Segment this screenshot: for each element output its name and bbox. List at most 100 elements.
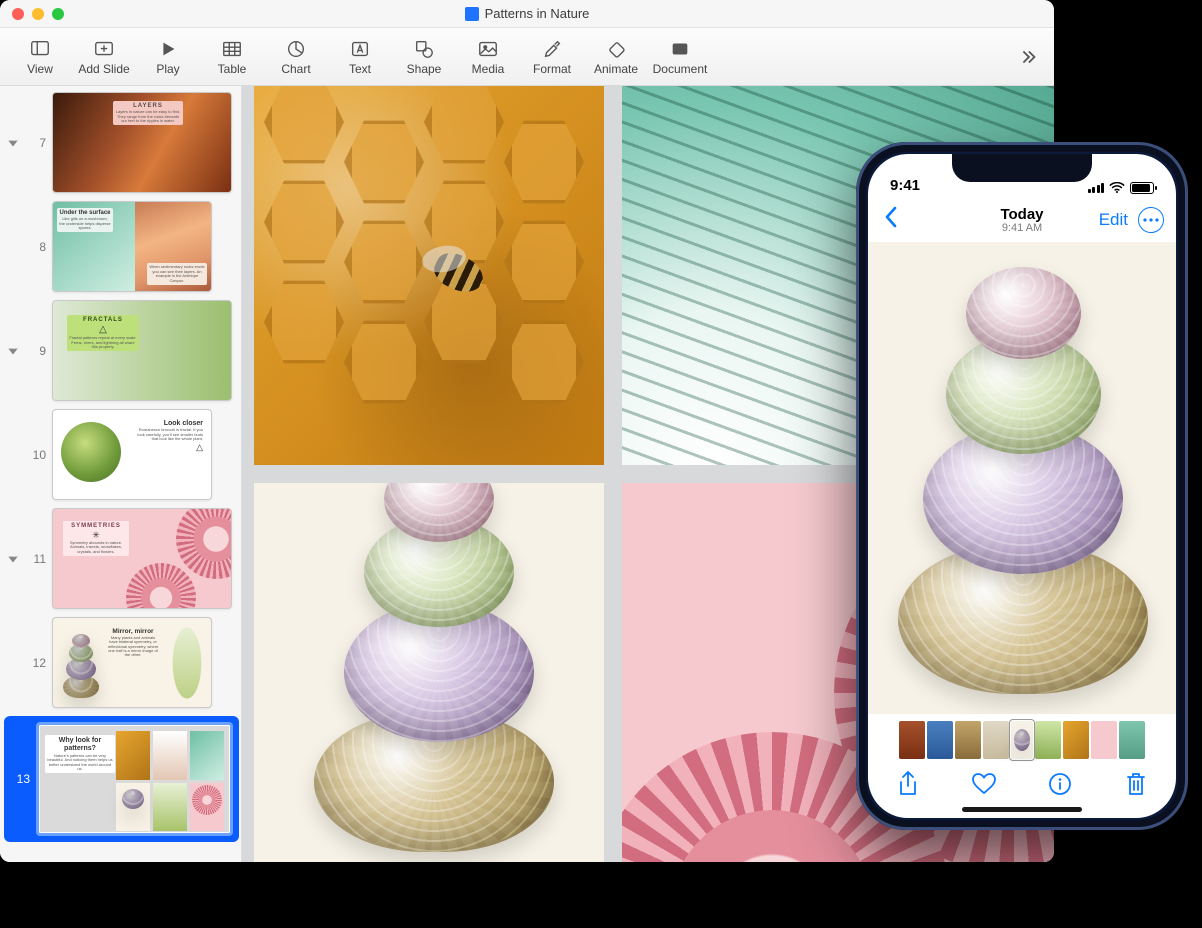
- document-icon: [669, 38, 691, 60]
- toolbar-label: Format: [533, 62, 571, 76]
- document-title: Patterns in Nature: [485, 6, 590, 21]
- filmstrip-thumb[interactable]: [1119, 721, 1145, 759]
- filmstrip-thumb[interactable]: [899, 721, 925, 759]
- filmstrip-thumb[interactable]: [927, 721, 953, 759]
- toolbar-format-button[interactable]: Format: [520, 31, 584, 83]
- zoom-window-button[interactable]: [52, 8, 64, 20]
- slide-thumbnail[interactable]: Mirror, mirror Many plants and animals h…: [52, 617, 212, 708]
- toolbar-label: Animate: [594, 62, 638, 76]
- add-slide-icon: [93, 38, 115, 60]
- filmstrip-thumb[interactable]: [983, 721, 1009, 759]
- toolbar-play-button[interactable]: Play: [136, 31, 200, 83]
- info-button[interactable]: [1044, 768, 1076, 800]
- wifi-icon: [1109, 182, 1125, 194]
- ellipsis-icon: [1143, 218, 1159, 222]
- slide-number: 12: [26, 656, 46, 670]
- status-time: 9:41: [890, 177, 920, 194]
- cellular-signal-icon: [1088, 183, 1105, 193]
- filmstrip-thumb[interactable]: [1035, 721, 1061, 759]
- toolbar-animate-button[interactable]: Animate: [584, 31, 648, 83]
- toolbar-label: Play: [156, 62, 179, 76]
- slide-number: 9: [26, 344, 46, 358]
- slide-number: 11: [26, 552, 46, 566]
- slide-number: 10: [26, 448, 46, 462]
- slide-thumbnail[interactable]: SYMMETRIES ✳ Symmetry abounds in nature.…: [52, 508, 232, 609]
- slide-thumb-row-selected[interactable]: 13 Why look for patterns? Nature's patte…: [4, 716, 239, 842]
- slide-navigator[interactable]: 7 LAYERS Layers in nature can be easy to…: [0, 86, 242, 862]
- play-icon: [157, 38, 179, 60]
- favorite-button[interactable]: [968, 768, 1000, 800]
- toolbar-table-button[interactable]: Table: [200, 31, 264, 83]
- media-icon: [477, 38, 499, 60]
- canvas-image-honeycomb[interactable]: [254, 86, 604, 465]
- edit-button[interactable]: Edit: [1099, 210, 1128, 230]
- chevron-double-right-icon: [1017, 46, 1039, 68]
- slide-title: SYMMETRIES: [65, 523, 127, 530]
- filmstrip-thumb-selected[interactable]: [1011, 721, 1033, 759]
- slide-thumb-row[interactable]: 10 Look closer Romanesco broccoli is fra…: [6, 409, 237, 500]
- delete-button[interactable]: [1120, 768, 1152, 800]
- info-icon: [1048, 772, 1072, 796]
- filmstrip-thumb[interactable]: [1063, 721, 1089, 759]
- slide-thumbnail[interactable]: Why look for patterns? Nature's patterns…: [36, 722, 233, 836]
- table-icon: [221, 38, 243, 60]
- slide-title: Why look for patterns?: [47, 737, 113, 754]
- disclosure-triangle-icon[interactable]: [6, 136, 20, 150]
- window-controls: [12, 8, 64, 20]
- slide-number: 8: [26, 240, 46, 254]
- iphone-notch: [952, 154, 1092, 182]
- slide-thumbnail[interactable]: Under the surface Like gills on a mushro…: [52, 201, 212, 292]
- toolbar-document-button[interactable]: Document: [648, 31, 712, 83]
- share-icon: [897, 771, 919, 797]
- slide-thumbnail[interactable]: Look closer Romanesco broccoli is fracta…: [52, 409, 212, 500]
- view-icon: [29, 38, 51, 60]
- slide-title: FRACTALS: [69, 317, 137, 324]
- titlebar: Patterns in Nature: [0, 0, 1054, 28]
- photo-filmstrip[interactable]: [868, 714, 1176, 762]
- disclosure-triangle-icon[interactable]: [6, 344, 20, 358]
- toolbar-chart-button[interactable]: Chart: [264, 31, 328, 83]
- toolbar-media-button[interactable]: Media: [456, 31, 520, 83]
- format-icon: [541, 38, 563, 60]
- shape-icon: [413, 38, 435, 60]
- filmstrip-thumb[interactable]: [955, 721, 981, 759]
- toolbar-label: Add Slide: [78, 62, 129, 76]
- iphone-screen: 9:41 Today 9:41 AM Edit: [868, 154, 1176, 818]
- toolbar-overflow-button[interactable]: [1010, 46, 1046, 68]
- slide-number: 13: [10, 772, 30, 786]
- close-window-button[interactable]: [12, 8, 24, 20]
- toolbar: View Add Slide Play Table Chart Text Sha…: [0, 28, 1054, 86]
- slide-thumb-row[interactable]: 11 SYMMETRIES ✳ Symmetry abounds in natu…: [6, 508, 237, 609]
- toolbar-text-button[interactable]: Text: [328, 31, 392, 83]
- back-button[interactable]: [880, 202, 902, 238]
- photo-viewer[interactable]: [868, 242, 1176, 714]
- chart-icon: [285, 38, 307, 60]
- share-button[interactable]: [892, 768, 924, 800]
- toolbar-label: View: [27, 62, 53, 76]
- toolbar-view-button[interactable]: View: [8, 31, 72, 83]
- text-icon: [349, 38, 371, 60]
- toolbar-shape-button[interactable]: Shape: [392, 31, 456, 83]
- toolbar-label: Text: [349, 62, 371, 76]
- toolbar-add-slide-button[interactable]: Add Slide: [72, 31, 136, 83]
- chevron-left-icon: [884, 206, 898, 228]
- slide-thumb-row[interactable]: 12 Mirror, mirror Many plants and animal…: [6, 617, 237, 708]
- slide-thumb-row[interactable]: 7 LAYERS Layers in nature can be easy to…: [6, 92, 237, 193]
- home-indicator[interactable]: [962, 807, 1082, 812]
- iphone-device: 9:41 Today 9:41 AM Edit: [856, 142, 1188, 830]
- disclosure-triangle-icon[interactable]: [6, 552, 20, 566]
- minimize-window-button[interactable]: [32, 8, 44, 20]
- more-button[interactable]: [1138, 207, 1164, 233]
- battery-icon: [1130, 182, 1154, 194]
- slide-thumbnail[interactable]: FRACTALS △ Fractal patterns repeat at ev…: [52, 300, 232, 401]
- canvas-image-urchins[interactable]: [254, 483, 604, 862]
- filmstrip-thumb[interactable]: [1091, 721, 1117, 759]
- photos-nav-bar: Today 9:41 AM Edit: [868, 198, 1176, 242]
- toolbar-label: Chart: [281, 62, 310, 76]
- toolbar-label: Media: [472, 62, 505, 76]
- slide-thumbnail[interactable]: LAYERS Layers in nature can be easy to f…: [52, 92, 232, 193]
- slide-thumb-row[interactable]: 9 FRACTALS △ Fractal patterns repeat at …: [6, 300, 237, 401]
- slide-number: 7: [26, 136, 46, 150]
- slide-thumb-row[interactable]: 8 Under the surface Like gills on a mush…: [6, 201, 237, 292]
- toolbar-label: Shape: [407, 62, 442, 76]
